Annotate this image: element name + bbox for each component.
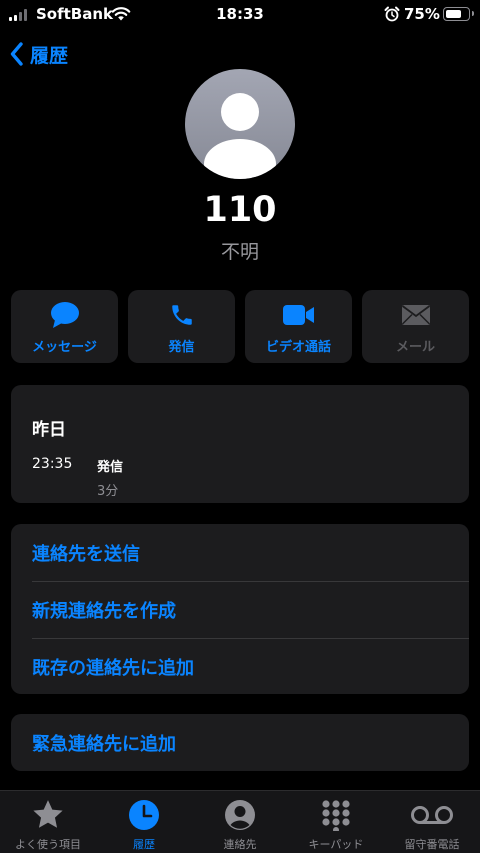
call-button-label: 発信 <box>168 340 195 355</box>
video-call-button[interactable]: ビデオ通話 <box>245 290 352 363</box>
person-silhouette-icon <box>204 93 276 179</box>
contact-avatar <box>185 69 295 179</box>
voicemail-icon <box>411 806 453 824</box>
send-contact-option[interactable]: 連絡先を送信 <box>11 524 469 581</box>
status-bar: SoftBank 18:33 75% <box>0 0 480 30</box>
video-call-button-label: ビデオ通話 <box>265 340 331 355</box>
call-button[interactable]: 発信 <box>128 290 235 363</box>
contact-options-list: 連絡先を送信 新規連絡先を作成 既存の連絡先に追加 <box>11 524 469 694</box>
phone-icon <box>171 305 192 325</box>
mail-icon <box>401 305 430 325</box>
tab-bar: よく使う項目 履歴 連絡先 キーパッド 留守番電話 <box>0 790 480 853</box>
message-button[interactable]: メッセージ <box>11 290 118 363</box>
back-label: 履歴 <box>30 44 69 67</box>
history-call-type: 発信 <box>97 460 124 475</box>
action-buttons: メッセージ 発信 ビデオ通話 メール <box>11 290 469 363</box>
create-contact-option[interactable]: 新規連絡先を作成 <box>11 581 469 638</box>
add-to-existing-contact-option[interactable]: 既存の連絡先に追加 <box>11 638 469 695</box>
keypad-icon <box>322 800 350 831</box>
tab-recents[interactable]: 履歴 <box>96 791 192 853</box>
tab-voicemail-label: 留守番電話 <box>404 838 460 851</box>
battery-percentage: 75% <box>404 5 440 23</box>
add-emergency-contact-option[interactable]: 緊急連絡先に追加 <box>11 714 469 771</box>
contact-subtitle: 不明 <box>220 241 259 263</box>
tab-contacts[interactable]: 連絡先 <box>192 791 288 853</box>
chevron-left-icon <box>10 42 23 66</box>
history-date: 昨日 <box>32 420 66 440</box>
tab-keypad-label: キーパッド <box>308 838 364 851</box>
person-icon <box>225 800 255 830</box>
tab-favorites[interactable]: よく使う項目 <box>0 791 96 853</box>
tab-contacts-label: 連絡先 <box>223 838 257 851</box>
mail-button-label: メール <box>395 340 435 355</box>
star-icon <box>33 800 63 828</box>
contact-number: 110 <box>203 190 277 230</box>
clock-icon <box>129 800 159 830</box>
tab-voicemail[interactable]: 留守番電話 <box>384 791 480 853</box>
battery-icon <box>443 7 474 21</box>
tab-recents-label: 履歴 <box>133 838 155 851</box>
back-button[interactable]: 履歴 <box>10 40 68 68</box>
alarm-icon <box>384 6 400 22</box>
tab-favorites-label: よく使う項目 <box>15 838 81 851</box>
history-time: 23:35 <box>32 456 73 472</box>
tab-keypad[interactable]: キーパッド <box>288 791 384 853</box>
mail-button[interactable]: メール <box>362 290 469 363</box>
call-history-card: 昨日 23:35 発信 3分 <box>11 385 469 503</box>
video-icon <box>282 305 314 325</box>
message-icon <box>50 302 79 328</box>
history-duration: 3分 <box>97 484 119 499</box>
message-button-label: メッセージ <box>32 340 97 355</box>
